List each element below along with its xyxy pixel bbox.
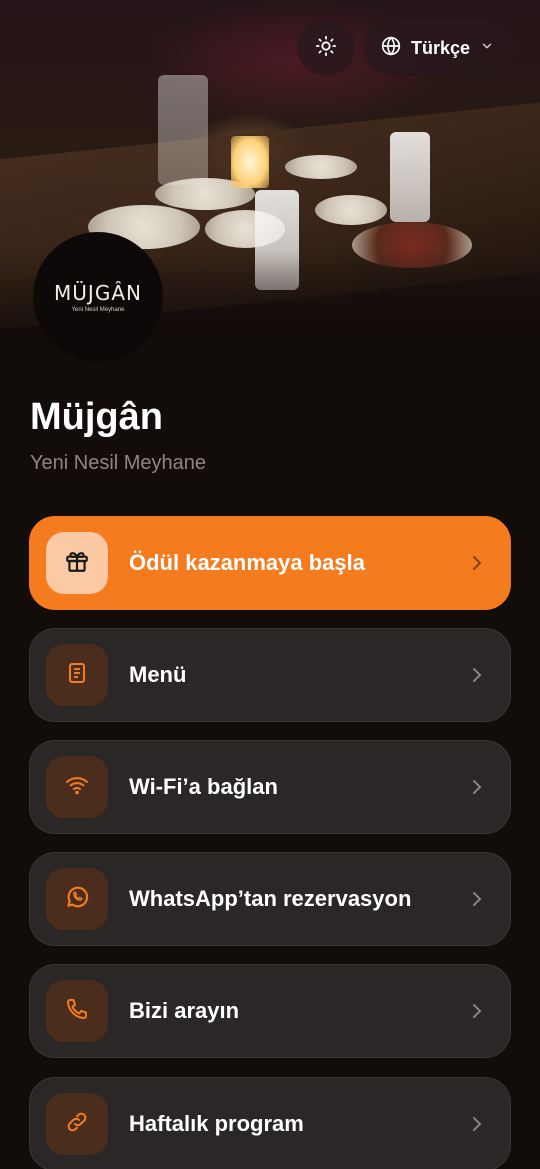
call-us-label: Bizi arayın	[129, 998, 240, 1023]
language-selector[interactable]: Türkçe	[363, 20, 516, 76]
chevron-right-icon	[470, 554, 510, 572]
whatsapp-icon	[64, 884, 90, 915]
whatsapp-reservation-label: WhatsApp’tan rezervasyon	[129, 886, 412, 911]
globe-icon	[381, 35, 401, 61]
venue-name: Müjgân	[30, 396, 163, 438]
chevron-right-icon	[470, 1002, 510, 1020]
menu-label: Menü	[129, 662, 187, 687]
chevron-down-icon	[480, 39, 494, 58]
candle	[231, 136, 269, 188]
gift-icon-tile	[46, 532, 108, 594]
phone-icon-tile	[46, 980, 108, 1042]
venue-tagline: Yeni Nesil Meyhane	[30, 452, 207, 474]
plate	[315, 195, 387, 225]
weekly-program-button[interactable]: Haftalık program	[29, 1077, 511, 1169]
start-rewards-label: Ödül kazanmaya başla	[129, 550, 365, 575]
raki-glass	[390, 132, 430, 222]
logo-tagline: Yeni Nesil Meyhane	[71, 307, 125, 313]
logo-wordmark: MÜJGÂN	[54, 281, 142, 305]
chevron-right-icon	[470, 778, 510, 796]
water-carafe	[158, 75, 208, 185]
weekly-program-label: Haftalık program	[129, 1111, 304, 1136]
whatsapp-reservation-button[interactable]: WhatsApp’tan rezervasyon	[29, 852, 511, 946]
chevron-right-icon	[470, 890, 510, 908]
document-icon-tile	[46, 644, 108, 706]
plate	[285, 155, 357, 179]
call-us-button[interactable]: Bizi arayın	[29, 964, 511, 1058]
chevron-right-icon	[470, 1115, 510, 1133]
phone-icon	[65, 997, 89, 1026]
start-rewards-button[interactable]: Ödül kazanmaya başla	[29, 516, 511, 610]
chevron-right-icon	[470, 666, 510, 684]
sun-icon	[315, 35, 337, 62]
wifi-button[interactable]: Wi-Fi’a bağlan	[29, 740, 511, 834]
document-icon	[65, 661, 89, 690]
gift-icon	[64, 548, 90, 579]
venue-logo: MÜJGÂN Yeni Nesil Meyhane	[33, 232, 163, 362]
link-icon	[65, 1110, 89, 1139]
link-icon-tile	[46, 1093, 108, 1155]
wifi-label: Wi-Fi’a bağlan	[129, 774, 278, 799]
theme-toggle-button[interactable]	[297, 20, 355, 76]
menu-button[interactable]: Menü	[29, 628, 511, 722]
whatsapp-icon-tile	[46, 868, 108, 930]
wifi-icon	[64, 773, 90, 802]
language-label: Türkçe	[411, 37, 471, 58]
wifi-icon-tile	[46, 756, 108, 818]
